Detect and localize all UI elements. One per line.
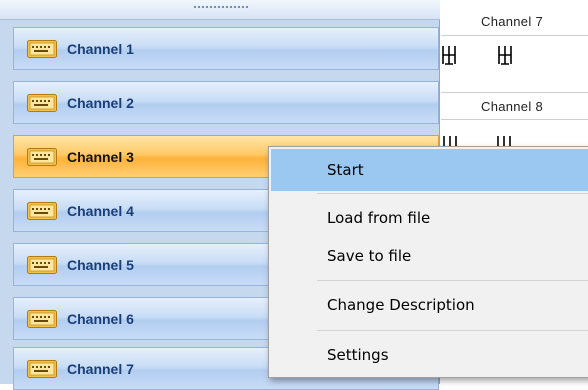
keyboard-icon (27, 201, 57, 221)
keyboard-icon (27, 93, 57, 113)
menu-item-load-from-file[interactable]: Load from file (271, 197, 588, 239)
keyboard-icon (27, 359, 57, 379)
channel-4-label: Channel 4 (67, 202, 134, 219)
menu-separator (317, 280, 588, 281)
channel-2-label: Channel 2 (67, 94, 134, 111)
keyboard-icon (27, 309, 57, 329)
channel-6-label: Channel 6 (67, 310, 134, 327)
menu-item-save-to-file[interactable]: Save to file (271, 235, 588, 277)
menu-separator (317, 193, 588, 194)
context-menu: Start Load from file Save to file Change… (268, 146, 588, 378)
keyboard-icon (27, 147, 57, 167)
menu-separator (317, 330, 588, 331)
channel-1-label: Channel 1 (67, 40, 134, 57)
channel-7-waveform (442, 46, 512, 65)
menu-item-change-description[interactable]: Change Description (271, 284, 588, 326)
menu-item-start[interactable]: Start (271, 149, 588, 191)
menu-item-settings[interactable]: Settings (271, 334, 588, 376)
keyboard-icon (27, 255, 57, 275)
channel-7-label: Channel 7 (67, 360, 134, 377)
channel-1-button[interactable]: Channel 1 (13, 27, 439, 70)
channel-8-header: Channel 8 (441, 92, 588, 120)
keyboard-icon (27, 39, 57, 59)
channel-7-header: Channel 7 (441, 8, 588, 36)
channel-3-label: Channel 3 (67, 148, 134, 165)
grip-dots (193, 5, 249, 9)
panel-resize-grip[interactable] (0, 0, 440, 20)
channel-2-button[interactable]: Channel 2 (13, 81, 439, 124)
channel-5-label: Channel 5 (67, 256, 134, 273)
